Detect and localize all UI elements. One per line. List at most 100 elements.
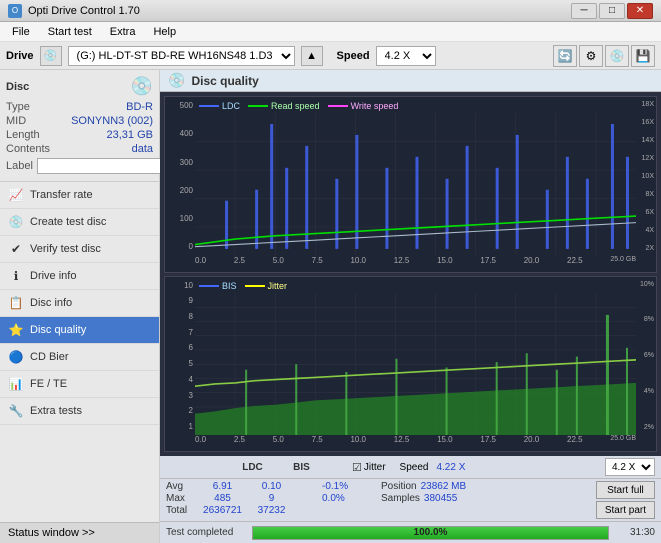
y2r-8: 8% bbox=[638, 316, 654, 323]
disc-panel: Disc 💿 Type BD-R MID SONYNN3 (002) Lengt… bbox=[0, 70, 159, 182]
drivebar: Drive 💿 (G:) HL-DT-ST BD-RE WH16NS48 1.D… bbox=[0, 42, 661, 70]
y2-3: 3 bbox=[167, 391, 193, 400]
app-icon: O bbox=[8, 4, 22, 18]
avg-bis: 0.10 bbox=[249, 481, 294, 492]
disc-contents-value: data bbox=[132, 143, 153, 155]
nav-label-drive-info: Drive info bbox=[30, 270, 76, 282]
legend-write-color bbox=[328, 105, 348, 107]
close-button[interactable]: ✕ bbox=[627, 3, 653, 19]
y2-10: 10 bbox=[167, 281, 193, 290]
eject-button[interactable]: ▲ bbox=[301, 46, 323, 66]
chart2-inner bbox=[195, 293, 636, 436]
x2-7: 7.5 bbox=[312, 435, 323, 451]
speed-stat-value: 4.22 X bbox=[436, 462, 465, 473]
sidebar-item-create-test-disc[interactable]: 💿 Create test disc bbox=[0, 209, 159, 236]
settings-button[interactable]: ⚙ bbox=[579, 45, 603, 67]
speed-dropdown[interactable]: 4.2 X bbox=[605, 458, 655, 476]
disc-info-icon: 📋 bbox=[8, 295, 24, 311]
sidebar-item-drive-info[interactable]: ℹ Drive info bbox=[0, 263, 159, 290]
nav-items: 📈 Transfer rate 💿 Create test disc ✔ Ver… bbox=[0, 182, 159, 522]
sidebar-item-disc-info[interactable]: 📋 Disc info bbox=[0, 290, 159, 317]
menu-start-test[interactable]: Start test bbox=[40, 25, 100, 39]
nav-label-transfer-rate: Transfer rate bbox=[30, 189, 93, 201]
minimize-button[interactable]: ─ bbox=[571, 3, 597, 19]
disc-contents-row: Contents data bbox=[6, 143, 153, 155]
disc-label-input[interactable] bbox=[37, 158, 175, 174]
drive-label: Drive bbox=[6, 50, 34, 62]
y2-6: 6 bbox=[167, 343, 193, 352]
toolbar-icons: 🔄 ⚙ 💿 💾 bbox=[553, 45, 655, 67]
y1r-2x: 2X bbox=[638, 245, 654, 252]
y2r-2: 2% bbox=[638, 424, 654, 431]
legend-ldc-color bbox=[199, 105, 219, 107]
disc-quality-icon: ⭐ bbox=[8, 322, 24, 338]
menu-help[interactable]: Help bbox=[145, 25, 184, 39]
nav-label-fe-te: FE / TE bbox=[30, 378, 67, 390]
titlebar: O Opti Drive Control 1.70 ─ □ ✕ bbox=[0, 0, 661, 22]
start-full-button[interactable]: Start full bbox=[596, 481, 655, 499]
y1r-10x: 10X bbox=[638, 173, 654, 180]
legend-read: Read speed bbox=[248, 101, 320, 111]
sidebar-item-cd-bier[interactable]: 🔵 CD Bier bbox=[0, 344, 159, 371]
x2-12: 12.5 bbox=[394, 435, 410, 451]
y1r-14x: 14X bbox=[638, 137, 654, 144]
x1-20: 20.0 bbox=[524, 256, 540, 272]
chart1-legend: LDC Read speed Write speed bbox=[195, 99, 402, 113]
nav-label-disc-info: Disc info bbox=[30, 297, 72, 309]
status-window-label: Status window >> bbox=[8, 527, 151, 539]
progress-bar-outer: 100.0% bbox=[252, 526, 609, 540]
sidebar-item-disc-quality[interactable]: ⭐ Disc quality bbox=[0, 317, 159, 344]
extra-tests-icon: 🔧 bbox=[8, 403, 24, 419]
speed-label: Speed bbox=[337, 50, 370, 62]
disc-label-label: Label bbox=[6, 160, 33, 172]
legend-ldc: LDC bbox=[199, 101, 240, 111]
content-title: Disc quality bbox=[191, 74, 258, 88]
legend-bis-color bbox=[199, 285, 219, 287]
sidebar-item-extra-tests[interactable]: 🔧 Extra tests bbox=[0, 398, 159, 425]
disc-length-label: Length bbox=[6, 129, 40, 141]
samples-label: Samples bbox=[381, 493, 420, 504]
main-content: 💿 Disc quality LDC Read spee bbox=[160, 70, 661, 543]
disc-mid-value: SONYNN3 (002) bbox=[71, 115, 153, 127]
status-completed: Test completed bbox=[166, 527, 246, 538]
save-button[interactable]: 💾 bbox=[631, 45, 655, 67]
menu-file[interactable]: File bbox=[4, 25, 38, 39]
legend-write: Write speed bbox=[328, 101, 399, 111]
y2-5: 5 bbox=[167, 359, 193, 368]
x1-15: 15.0 bbox=[437, 256, 453, 272]
disc-button[interactable]: 💿 bbox=[605, 45, 629, 67]
x1-10: 10.0 bbox=[350, 256, 366, 272]
chart-ldc-wrapper: LDC Read speed Write speed bbox=[165, 97, 656, 272]
sidebar-item-transfer-rate[interactable]: 📈 Transfer rate bbox=[0, 182, 159, 209]
y2r-10: 10% bbox=[638, 281, 654, 288]
speed-select[interactable]: 4.2 X bbox=[376, 46, 436, 66]
legend-write-label: Write speed bbox=[351, 101, 399, 111]
disc-length-row: Length 23,31 GB bbox=[6, 129, 153, 141]
y1r-8x: 8X bbox=[638, 191, 654, 198]
chart-bis-wrapper: BIS Jitter 10 9 8 7 6 bbox=[165, 277, 656, 452]
bis-header: BIS bbox=[279, 462, 324, 473]
stat-jitter-col: -0.1% 0.0% bbox=[322, 481, 377, 504]
y2-2: 2 bbox=[167, 406, 193, 415]
maximize-button[interactable]: □ bbox=[599, 3, 625, 19]
y1-300: 300 bbox=[167, 158, 193, 167]
drive-select[interactable]: (G:) HL-DT-ST BD-RE WH16NS48 1.D3 bbox=[68, 46, 295, 66]
start-part-button[interactable]: Start part bbox=[596, 501, 655, 519]
legend-read-label: Read speed bbox=[271, 101, 320, 111]
sidebar-item-fe-te[interactable]: 📊 FE / TE bbox=[0, 371, 159, 398]
menu-extra[interactable]: Extra bbox=[102, 25, 144, 39]
drive-info-icon: ℹ bbox=[8, 268, 24, 284]
titlebar-left: O Opti Drive Control 1.70 bbox=[8, 4, 140, 18]
status-window[interactable]: Status window >> bbox=[0, 522, 159, 543]
fe-te-icon: 📊 bbox=[8, 376, 24, 392]
chart2-svg bbox=[195, 293, 636, 436]
position-label: Position bbox=[381, 481, 417, 492]
total-ldc: 2636721 bbox=[200, 505, 245, 516]
y1r-12x: 12X bbox=[638, 155, 654, 162]
refresh-button[interactable]: 🔄 bbox=[553, 45, 577, 67]
x2-0: 0.0 bbox=[195, 435, 206, 451]
disc-type-label: Type bbox=[6, 101, 30, 113]
sidebar-item-verify-test-disc[interactable]: ✔ Verify test disc bbox=[0, 236, 159, 263]
progress-text: 100.0% bbox=[253, 527, 608, 539]
stats-bar: LDC BIS ☑ Jitter Speed 4.22 X 4.2 X bbox=[160, 456, 661, 478]
